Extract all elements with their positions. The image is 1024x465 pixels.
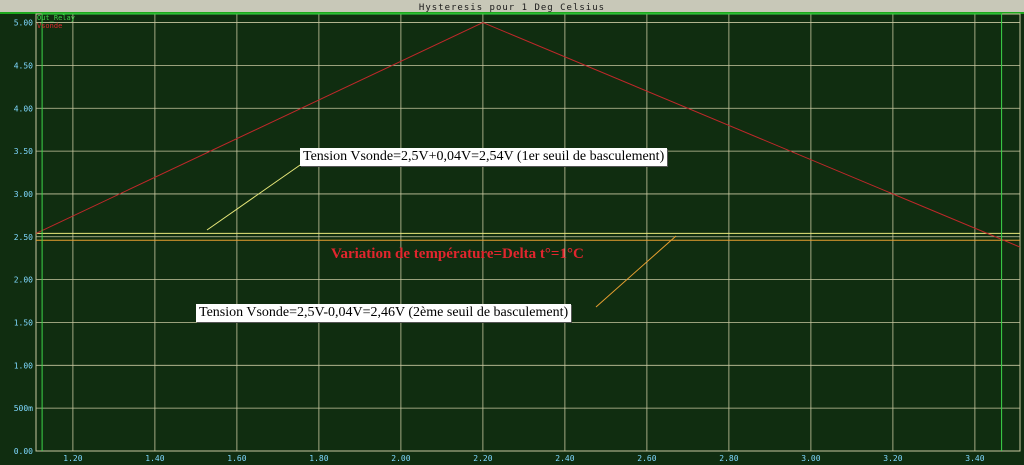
y-tick-label: 3.00 (14, 190, 33, 199)
x-tick-label: 3.20 (883, 454, 902, 463)
x-tick-label: 1.20 (63, 454, 82, 463)
legend-entry-out-relay: Out_Relay (37, 14, 75, 22)
plot-area (0, 14, 1024, 465)
x-tick-label: 2.80 (719, 454, 738, 463)
x-tick-label: 2.60 (637, 454, 656, 463)
x-tick-label: 1.60 (227, 454, 246, 463)
x-tick-label: 2.00 (391, 454, 410, 463)
y-tick-label: 4.50 (14, 61, 33, 70)
y-tick-label: 2.50 (14, 233, 33, 242)
y-tick-label: 4.00 (14, 104, 33, 113)
x-tick-label: 3.40 (965, 454, 984, 463)
x-tick-label: 1.40 (145, 454, 164, 463)
y-tick-label: 2.00 (14, 276, 33, 285)
y-tick-label: 1.50 (14, 318, 33, 327)
y-tick-label: 5.00 (14, 19, 33, 28)
lower-threshold-annotation: Tension Vsonde=2,5V-0,04V=2,46V (2ème se… (196, 304, 572, 322)
x-tick-label: 3.00 (801, 454, 820, 463)
y-tick-label: 0.00 (14, 447, 33, 456)
x-tick-label: 2.40 (555, 454, 574, 463)
y-tick-label: 1.00 (14, 361, 33, 370)
x-tick-label: 1.80 (309, 454, 328, 463)
delta-temperature-annotation: Variation de température=Delta t°=1°C (331, 246, 584, 262)
y-tick-label: 500m (14, 404, 33, 413)
hysteresis-chart: Hysteresis pour 1 Deg Celsius 1.20 1.40 1.… (0, 0, 1024, 465)
x-tick-label: 2.20 (473, 454, 492, 463)
upper-threshold-annotation: Tension Vsonde=2,5V+0,04V=2,54V (1er seu… (300, 148, 668, 166)
y-tick-label: 3.50 (14, 147, 33, 156)
legend-entry-vsonde: Vsonde (37, 22, 62, 30)
chart-title: Hysteresis pour 1 Deg Celsius (419, 3, 605, 13)
